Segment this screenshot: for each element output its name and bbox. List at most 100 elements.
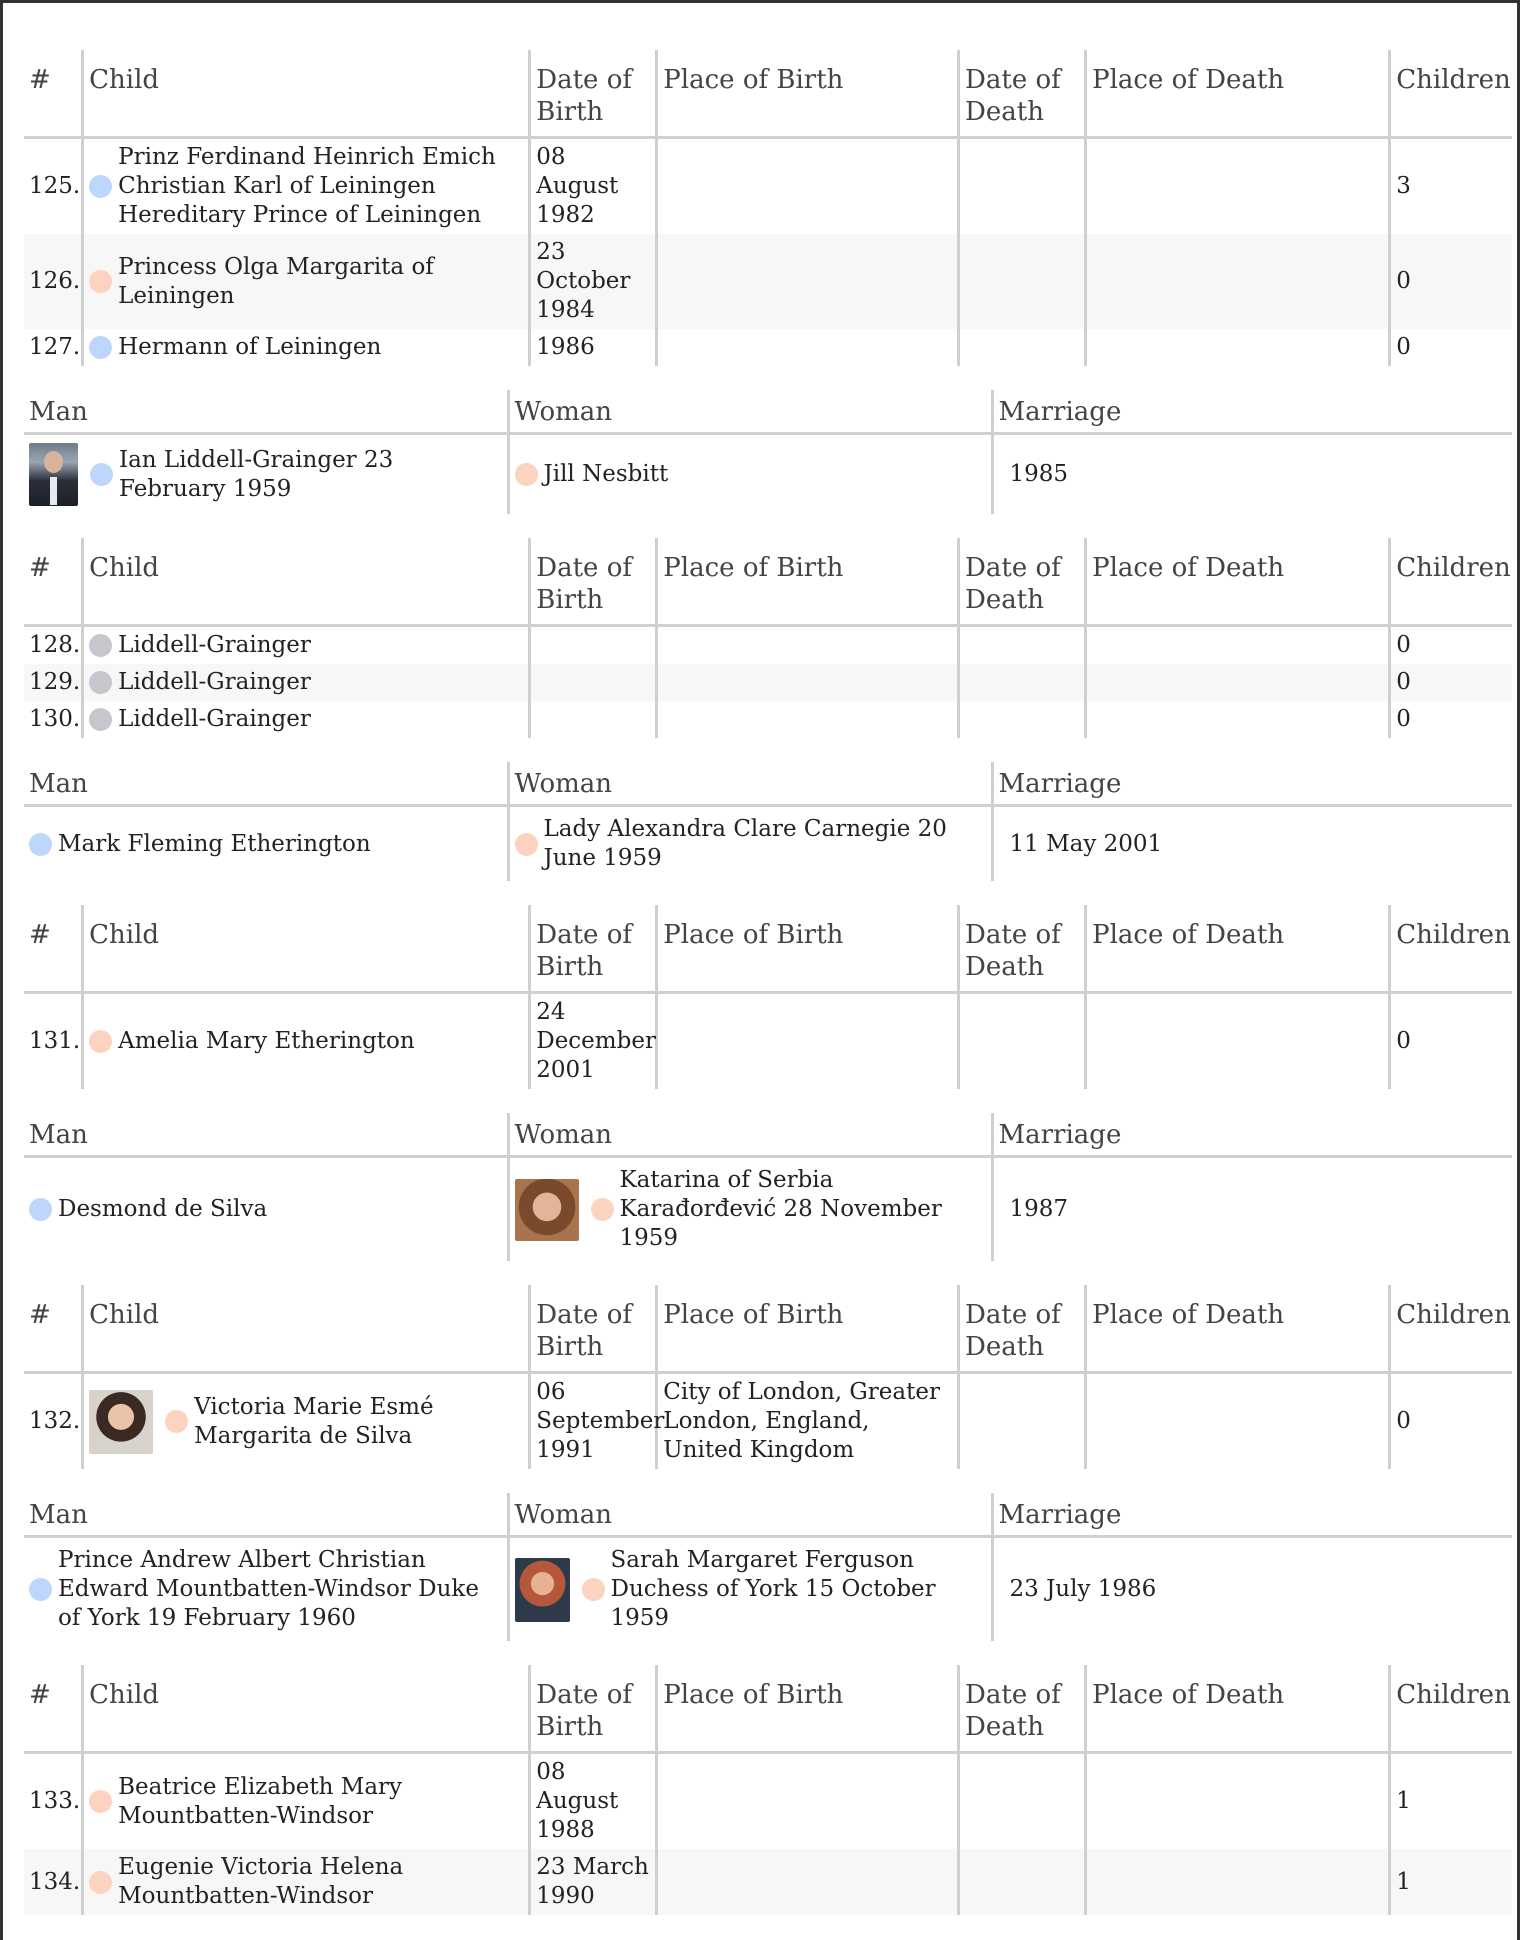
female-gender-icon: [89, 1870, 113, 1894]
woman-photo[interactable]: [514, 1178, 579, 1241]
woman-photo[interactable]: [514, 1557, 570, 1622]
child-cell: Amelia Mary Etherington: [89, 1027, 523, 1056]
woman-name[interactable]: Lady Alexandra Clare Carnegie 20 June 19…: [544, 815, 986, 873]
date-of-birth: [528, 625, 657, 664]
woman-name[interactable]: Sarah Margaret Ferguson Duchess of York …: [611, 1546, 986, 1633]
woman-name[interactable]: Katarina of Serbia Karađorđević 28 Novem…: [620, 1166, 986, 1253]
children-count: 0: [1388, 664, 1512, 701]
couple-row: Mark Fleming Etherington Lady Alexandra C…: [24, 805, 1512, 881]
man-name[interactable]: Prince Andrew Albert Christian Edward Mo…: [58, 1546, 502, 1633]
number-header: #: [24, 1285, 83, 1374]
couple-table: Man Woman Marriage Mark Fleming Etherington…: [24, 762, 1512, 881]
place-of-death: [1084, 625, 1390, 664]
children-count: 1: [1388, 1752, 1512, 1849]
children-header-row: # Child Date of Birth Place of Birth Date of…: [24, 50, 1512, 139]
female-gender-icon: [581, 1578, 605, 1601]
male-gender-icon: [29, 832, 52, 856]
man-name[interactable]: Desmond de Silva: [58, 1195, 267, 1224]
child-number: 127.: [29, 334, 81, 360]
place-of-birth: [655, 137, 959, 234]
child-row[interactable]: 129. Liddell-Grainger 0: [24, 664, 1512, 701]
child-row[interactable]: 134. Eugenie Victoria Helena Mountbatten-…: [24, 1849, 1512, 1915]
man-name[interactable]: Ian Liddell-Grainger 23 February 1959: [119, 446, 502, 504]
child-name[interactable]: Amelia Mary Etherington: [118, 1027, 415, 1056]
number-header: #: [24, 50, 83, 139]
place-of-death: [1084, 1752, 1390, 1849]
date-of-death-header: Date of Death: [957, 1285, 1086, 1374]
child-name[interactable]: Princess Olga Margarita of Leiningen: [118, 253, 523, 311]
children-header-row: # Child Date of Birth Place of Birth Date of…: [24, 538, 1512, 627]
date-of-birth-header: Date of Birth: [528, 1665, 657, 1754]
place-of-death-header: Place of Death: [1084, 1665, 1390, 1754]
man-cell: Ian Liddell-Grainger 23 February 1959: [29, 443, 502, 506]
marriage-date: 1985: [990, 433, 1512, 514]
man-header: Man: [24, 1493, 508, 1538]
child-header: Child: [81, 905, 530, 994]
man-cell: Mark Fleming Etherington: [29, 830, 502, 859]
date-of-birth-header: Date of Birth: [528, 50, 657, 139]
child-number: 125.: [29, 173, 81, 199]
child-name[interactable]: Eugenie Victoria Helena Mountbatten-Wind…: [118, 1853, 523, 1911]
date-of-birth: 24 December 2001: [528, 992, 657, 1089]
children-table: # Child Date of Birth Place of Birth Date of…: [24, 905, 1512, 1089]
woman-cell: Lady Alexandra Clare Carnegie 20 June 19…: [514, 815, 986, 873]
child-name[interactable]: Liddell-Grainger: [118, 668, 311, 697]
date-of-birth: [528, 701, 657, 738]
child-name[interactable]: Liddell-Grainger: [118, 705, 311, 734]
date-of-death: [957, 992, 1086, 1089]
marriage-header: Marriage: [990, 762, 1512, 807]
children-table: # Child Date of Birth Place of Birth Date of…: [24, 1285, 1512, 1469]
date-of-death: [957, 664, 1086, 701]
place-of-birth: [655, 234, 959, 329]
marriage-header: Marriage: [990, 390, 1512, 435]
marriage-date: 11 May 2001: [990, 805, 1512, 881]
child-row[interactable]: 125. Prinz Ferdinand Heinrich Emich Chris…: [24, 137, 1512, 234]
place-of-birth-header: Place of Birth: [655, 1285, 959, 1374]
child-row[interactable]: 132. Victoria Marie Esmé Margarita de Sil…: [24, 1372, 1512, 1469]
woman-header: Woman: [506, 1113, 992, 1158]
man-photo[interactable]: [29, 443, 78, 506]
child-row[interactable]: 126. Princess Olga Margarita of Leiningen…: [24, 234, 1512, 329]
child-row[interactable]: 131. Amelia Mary Etherington 24 December 2…: [24, 992, 1512, 1089]
couple-header-row: Man Woman Marriage: [24, 390, 1512, 435]
place-of-death-header: Place of Death: [1084, 1285, 1390, 1374]
place-of-birth: [655, 329, 959, 366]
child-name[interactable]: Beatrice Elizabeth Mary Mountbatten-Wind…: [118, 1773, 523, 1831]
female-gender-icon: [514, 832, 538, 856]
place-of-birth-header: Place of Birth: [655, 1665, 959, 1754]
child-cell: Beatrice Elizabeth Mary Mountbatten-Wind…: [89, 1773, 523, 1831]
female-gender-icon: [590, 1198, 614, 1221]
female-gender-icon: [165, 1410, 189, 1433]
date-of-birth-header: Date of Birth: [528, 905, 657, 994]
child-name[interactable]: Prinz Ferdinand Heinrich Emich Christian…: [118, 143, 523, 230]
child-photo[interactable]: [89, 1389, 154, 1454]
place-of-death: [1084, 137, 1390, 234]
child-number: 134.: [24, 1849, 83, 1915]
child-row[interactable]: 127. Hermann of Leiningen 1986 0: [24, 329, 1512, 366]
children-count-header: Children: [1388, 1665, 1512, 1754]
place-of-birth-header: Place of Birth: [655, 905, 959, 994]
children-count: 0: [1388, 625, 1512, 664]
child-number: 131.: [29, 1028, 81, 1054]
child-number: 132.: [29, 1408, 81, 1434]
number-header: #: [24, 1665, 83, 1754]
woman-name[interactable]: Jill Nesbitt: [544, 460, 669, 489]
child-number: 126.: [24, 234, 83, 329]
children-table: # Child Date of Birth Place of Birth Date of…: [24, 50, 1512, 366]
couple-table: Man Woman Marriage Ian Liddell-Grainger 23 …: [24, 390, 1512, 514]
children-count: 0: [1388, 701, 1512, 738]
date-of-birth: [528, 664, 657, 701]
man-cell: Desmond de Silva: [29, 1195, 502, 1224]
child-name[interactable]: Hermann of Leiningen: [118, 333, 381, 362]
child-name[interactable]: Liddell-Grainger: [118, 631, 311, 660]
man-name[interactable]: Mark Fleming Etherington: [58, 830, 371, 859]
marriage-header: Marriage: [990, 1113, 1512, 1158]
child-name[interactable]: Victoria Marie Esmé Margarita de Silva: [194, 1393, 523, 1451]
child-row[interactable]: 128. Liddell-Grainger 0: [24, 625, 1512, 664]
child-row[interactable]: 130. Liddell-Grainger 0: [24, 701, 1512, 738]
date-of-death: [957, 329, 1086, 366]
child-row[interactable]: 133. Beatrice Elizabeth Mary Mountbatten-…: [24, 1752, 1512, 1849]
male-gender-icon: [29, 1198, 52, 1221]
place-of-birth-header: Place of Birth: [655, 538, 959, 627]
children-count-header: Children: [1388, 50, 1512, 139]
